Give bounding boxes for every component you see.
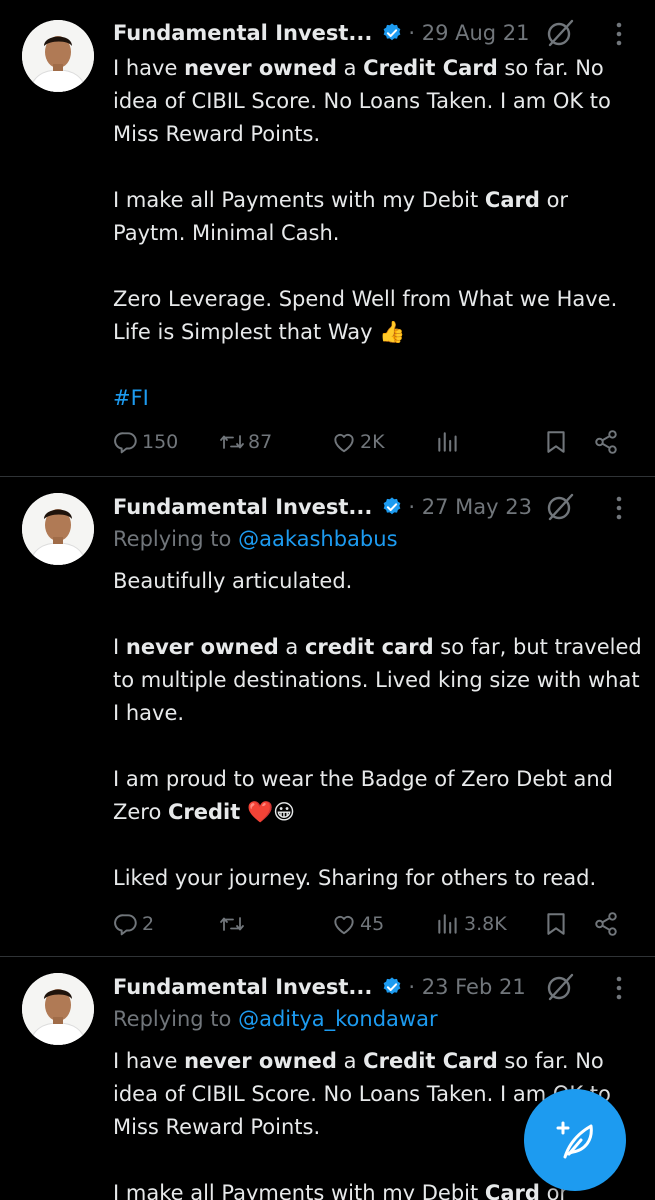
reply-button[interactable]: 2 xyxy=(113,907,154,941)
repost-button[interactable] xyxy=(219,907,248,941)
tweet-date[interactable]: · 29 Aug 21 xyxy=(408,21,529,45)
tweet-text: Beautifully articulated. I never owned a … xyxy=(113,565,643,895)
tweet-paragraph: Liked your journey. Sharing for others t… xyxy=(113,862,643,895)
like-button[interactable]: 2K xyxy=(331,425,385,459)
share-icon xyxy=(595,912,617,936)
bookmark-button[interactable] xyxy=(543,425,569,459)
tweet-date[interactable]: · 23 Feb 21 xyxy=(408,975,525,999)
reply-handle-link[interactable]: @aakashbabus xyxy=(238,527,397,551)
tweet-paragraph: I never owned a credit card so far, but … xyxy=(113,631,643,730)
more-options-icon[interactable] xyxy=(614,975,624,1001)
views-icon xyxy=(438,914,457,934)
author-name[interactable]: Fundamental Invest... xyxy=(113,495,372,519)
text-run: never owned xyxy=(125,635,279,659)
repost-button[interactable]: 87 xyxy=(219,425,272,459)
text-run: I xyxy=(113,635,126,659)
author-name[interactable]: Fundamental Invest... xyxy=(113,975,372,999)
action-bar: 2 45 3.8K xyxy=(113,907,633,941)
like-button[interactable]: 45 xyxy=(331,907,384,941)
text-run: Beautifully articulated. xyxy=(113,569,353,593)
verified-badge-icon xyxy=(381,976,403,998)
text-run: credit card xyxy=(304,635,434,659)
like-count: 45 xyxy=(360,913,385,935)
text-run: I have xyxy=(113,1049,185,1073)
text-run: Credit Card xyxy=(363,56,498,80)
text-run: Credit Card xyxy=(363,1049,498,1073)
avatar[interactable] xyxy=(22,493,94,565)
text-run: Card xyxy=(484,188,540,212)
tweet-paragraph: I make all Payments with my Debit Card o… xyxy=(113,184,643,250)
text-run: a xyxy=(278,635,305,659)
replying-to: Replying to @aakashbabus xyxy=(113,527,398,551)
text-run: Card xyxy=(484,1181,540,1200)
tweet-paragraph: #FI xyxy=(113,382,643,415)
text-run: I make all Payments with my Debit xyxy=(113,1181,485,1200)
views-count: 3.8K xyxy=(464,913,507,935)
like-count: 2K xyxy=(360,431,385,453)
avatar[interactable] xyxy=(22,973,94,1045)
reply-count: 2 xyxy=(142,913,155,935)
compose-post-button[interactable] xyxy=(524,1089,626,1191)
views-button[interactable] xyxy=(435,425,464,459)
reply-count: 150 xyxy=(142,431,179,453)
avatar[interactable] xyxy=(22,20,94,92)
reply-icon xyxy=(114,914,137,936)
bookmark-icon xyxy=(547,913,565,935)
bookmark-icon xyxy=(547,431,565,453)
text-run: never owned xyxy=(184,1049,337,1073)
text-run: Zero Leverage. Spend Well from What we H… xyxy=(113,287,618,344)
views-icon xyxy=(438,432,457,452)
share-button[interactable] xyxy=(593,425,619,459)
tweet-header: Fundamental Invest... · 27 May 23 xyxy=(113,490,532,524)
more-options-icon[interactable] xyxy=(614,21,624,47)
text-run: never owned xyxy=(184,56,337,80)
text-run: I make all Payments with my Debit xyxy=(113,188,485,212)
tweet-paragraph: I am proud to wear the Badge of Zero Deb… xyxy=(113,763,643,829)
verified-badge-icon xyxy=(381,496,403,518)
more-options-icon[interactable] xyxy=(614,495,624,521)
grok-icon[interactable] xyxy=(545,18,575,48)
replying-to-label: Replying to xyxy=(113,527,239,551)
text-run: ❤️😀 xyxy=(240,800,296,824)
hashtag-link[interactable]: #FI xyxy=(113,386,149,410)
views-button[interactable]: 3.8K xyxy=(435,907,507,941)
text-run: a xyxy=(336,56,364,80)
tweet[interactable]: Fundamental Invest... · 29 Aug 21 I have… xyxy=(0,0,655,476)
reply-icon xyxy=(114,432,137,454)
text-run: I have xyxy=(113,56,185,80)
repost-icon xyxy=(220,917,244,931)
text-run: Credit xyxy=(168,800,241,824)
author-name[interactable]: Fundamental Invest... xyxy=(113,21,372,45)
repost-icon xyxy=(220,435,244,449)
heart-icon xyxy=(334,915,354,935)
share-button[interactable] xyxy=(593,907,619,941)
text-run: Liked your journey. Sharing for others t… xyxy=(113,866,597,890)
share-icon xyxy=(595,430,617,454)
tweet-paragraph: Beautifully articulated. xyxy=(113,565,643,598)
tweet-header: Fundamental Invest... · 23 Feb 21 xyxy=(113,970,526,1004)
compose-post-icon xyxy=(556,1121,593,1159)
text-run: a xyxy=(336,1049,364,1073)
heart-icon xyxy=(334,433,354,453)
tweet-header: Fundamental Invest... · 29 Aug 21 xyxy=(113,16,530,50)
bookmark-button[interactable] xyxy=(543,907,569,941)
tweet-paragraph: I have never owned a Credit Card so far.… xyxy=(113,52,643,151)
tweet-text: I have never owned a Credit Card so far.… xyxy=(113,52,643,415)
grok-icon[interactable] xyxy=(545,972,575,1002)
grok-icon[interactable] xyxy=(545,492,575,522)
replying-to: Replying to @aditya_kondawar xyxy=(113,1007,438,1031)
repost-count: 87 xyxy=(248,431,273,453)
tweet[interactable]: Fundamental Invest... · 27 May 23 Replyi… xyxy=(0,477,655,955)
action-bar: 150 87 2K xyxy=(113,425,633,459)
reply-button[interactable]: 150 xyxy=(113,425,178,459)
reply-handle-link[interactable]: @aditya_kondawar xyxy=(238,1007,438,1031)
tweet-paragraph: Zero Leverage. Spend Well from What we H… xyxy=(113,283,643,349)
replying-to-label: Replying to xyxy=(113,1007,239,1031)
tweet-date[interactable]: · 27 May 23 xyxy=(408,495,532,519)
verified-badge-icon xyxy=(381,22,403,44)
